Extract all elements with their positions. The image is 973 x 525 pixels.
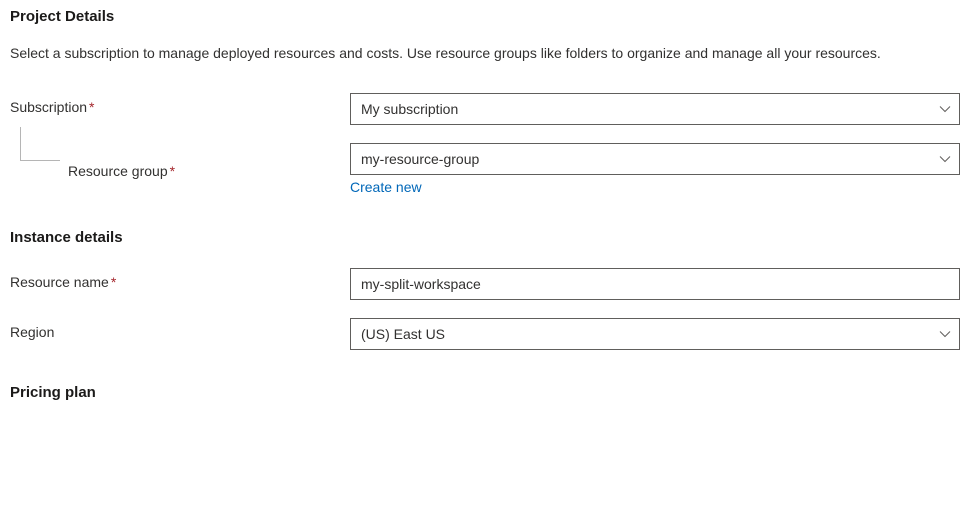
required-mark: * (89, 99, 94, 115)
resource-group-label: Resource group* (68, 157, 175, 179)
chevron-down-icon (939, 103, 951, 115)
resource-name-input[interactable] (350, 268, 960, 300)
subscription-select[interactable]: My subscription (350, 93, 960, 125)
region-label: Region (10, 318, 350, 340)
tree-connector (20, 143, 60, 171)
region-select[interactable]: (US) East US (350, 318, 960, 350)
instance-details-heading: Instance details (10, 229, 963, 246)
resource-group-value: my-resource-group (361, 151, 933, 167)
resource-name-label: Resource name* (10, 268, 350, 290)
project-details-description: Select a subscription to manage deployed… (10, 43, 960, 63)
chevron-down-icon (939, 328, 951, 340)
subscription-label: Subscription* (10, 93, 350, 115)
required-mark: * (170, 163, 175, 179)
resource-group-select[interactable]: my-resource-group (350, 143, 960, 175)
subscription-value: My subscription (361, 101, 933, 117)
chevron-down-icon (939, 153, 951, 165)
required-mark: * (111, 274, 116, 290)
create-new-link[interactable]: Create new (350, 179, 422, 195)
project-details-heading: Project Details (10, 8, 963, 25)
region-value: (US) East US (361, 326, 933, 342)
pricing-plan-heading: Pricing plan (10, 384, 963, 401)
